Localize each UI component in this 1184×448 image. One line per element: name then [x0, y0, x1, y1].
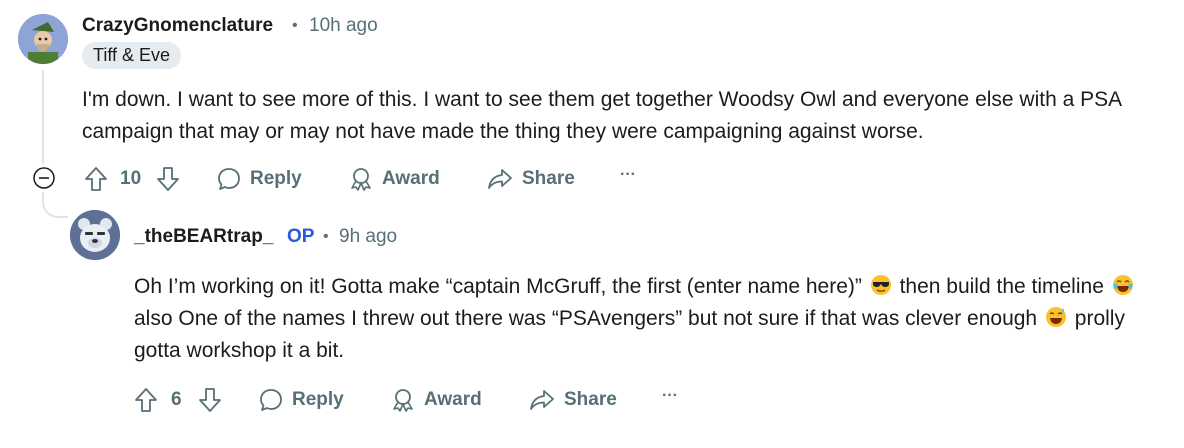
upvote-button[interactable]	[134, 387, 158, 418]
laughing-tears-emoji-icon	[1112, 275, 1133, 295]
avatar[interactable]	[18, 14, 68, 64]
comment-text-part: Oh I’m working on it! Gotta make “captai…	[134, 275, 862, 298]
downvote-button[interactable]	[156, 166, 180, 197]
award-label: Award	[424, 389, 482, 410]
op-badge: OP	[287, 226, 315, 247]
arrow-down-icon	[157, 167, 179, 191]
meta-separator: •	[292, 17, 298, 34]
thread-line	[42, 70, 44, 164]
sunglasses-emoji-icon	[870, 275, 891, 295]
comment-body: Oh I’m working on it! Gotta make “captai…	[134, 271, 1174, 367]
share-arrow-icon	[488, 169, 512, 189]
comment-text-part: then build the timeline	[893, 275, 1110, 298]
award-label: Award	[382, 168, 440, 189]
avatar[interactable]	[70, 210, 120, 260]
grinning-sweat-emoji-icon	[1045, 307, 1066, 327]
more-options-button[interactable]: ···	[662, 387, 678, 405]
share-arrow-icon	[530, 390, 554, 410]
comment-username[interactable]: _theBEARtrap_	[134, 226, 273, 248]
downvote-button[interactable]	[198, 387, 222, 418]
share-label: Share	[522, 168, 575, 189]
comment-username[interactable]: CrazyGnomenclature	[82, 15, 273, 37]
reply-label: Reply	[292, 389, 344, 410]
award-button[interactable]: Award	[390, 387, 482, 413]
arrow-up-icon	[135, 388, 157, 412]
share-button[interactable]: Share	[528, 387, 617, 413]
share-label: Share	[564, 389, 617, 410]
speech-bubble-icon	[260, 389, 282, 411]
gnome-avatar-icon	[18, 14, 68, 64]
more-options-button[interactable]: ···	[620, 166, 636, 184]
vote-count: 6	[171, 389, 182, 410]
comment-timestamp[interactable]: 10h ago	[309, 15, 378, 37]
reply-button[interactable]: Reply	[216, 166, 302, 192]
award-button[interactable]: Award	[348, 166, 440, 192]
comment-timestamp[interactable]: 9h ago	[339, 226, 397, 248]
thread-connector	[42, 192, 68, 218]
comment-text: I'm down. I want to see more of this. I …	[82, 88, 1121, 143]
award-ribbon-icon	[393, 389, 413, 412]
minus-circle-icon	[33, 167, 55, 189]
vote-count: 10	[120, 168, 142, 189]
meta-separator: •	[323, 228, 329, 245]
upvote-button[interactable]	[84, 166, 108, 197]
comment-text: Oh I’m working on it! Gotta make “captai…	[134, 271, 1174, 367]
award-ribbon-icon	[351, 168, 371, 191]
reply-label: Reply	[250, 168, 302, 189]
arrow-up-icon	[85, 167, 107, 191]
bear-avatar-icon	[70, 210, 120, 260]
share-button[interactable]: Share	[486, 166, 575, 192]
reply-button[interactable]: Reply	[258, 387, 344, 413]
user-flair: Tiff & Eve	[82, 42, 182, 69]
comment-body: I'm down. I want to see more of this. I …	[82, 84, 1172, 148]
collapse-button[interactable]	[32, 166, 56, 190]
comment-text-part: also One of the names I threw out there …	[134, 307, 1043, 330]
arrow-down-icon	[199, 388, 221, 412]
speech-bubble-icon	[218, 168, 240, 190]
